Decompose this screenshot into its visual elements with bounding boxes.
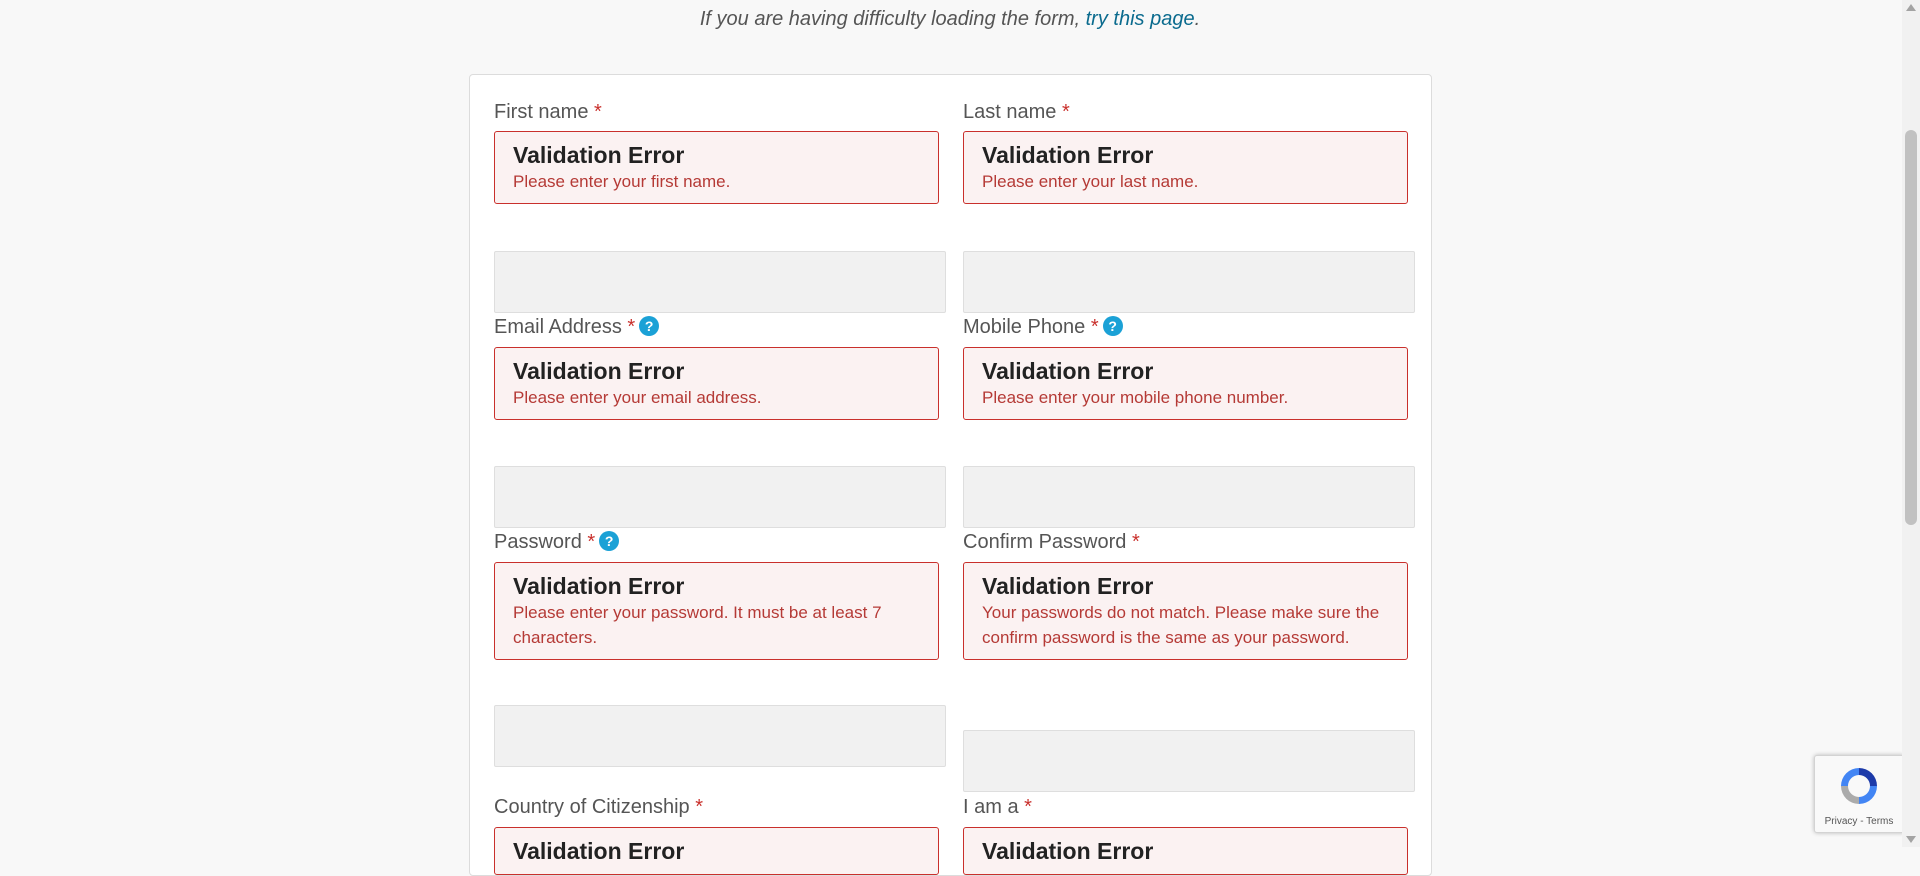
error-title: Validation Error bbox=[982, 838, 1154, 864]
password-input[interactable] bbox=[494, 705, 946, 767]
recaptcha-logo-icon bbox=[1841, 768, 1877, 804]
recaptcha-links: Privacy - Terms bbox=[1815, 816, 1903, 827]
country-label: Country of Citizenship * bbox=[494, 794, 703, 820]
email-label: Email Address *? bbox=[494, 314, 660, 340]
question-circle-icon[interactable]: ? bbox=[639, 316, 660, 336]
loading-help-notice: If you are having difficulty loading the… bbox=[0, 8, 1900, 31]
confirm-password-label: Confirm Password * bbox=[963, 529, 1140, 555]
confirm-password-input[interactable] bbox=[963, 730, 1415, 792]
i-am-a-error: Validation Error bbox=[963, 827, 1408, 875]
error-message: Please enter your first name. bbox=[513, 172, 731, 191]
field-first-name: First name * Validation Error Please ent… bbox=[494, 99, 946, 313]
country-label-text: Country of Citizenship bbox=[494, 796, 690, 818]
recaptcha-terms-link[interactable]: Terms bbox=[1866, 816, 1893, 827]
error-message: Your passwords do not match. Please make… bbox=[982, 603, 1380, 647]
password-error: Validation Error Please enter your passw… bbox=[494, 562, 939, 660]
error-title: Validation Error bbox=[982, 573, 1154, 599]
first-name-label: First name * bbox=[494, 99, 602, 125]
mobile-phone-input[interactable] bbox=[963, 466, 1415, 528]
required-marker: * bbox=[594, 101, 602, 123]
required-marker: * bbox=[627, 316, 636, 338]
error-message: Please enter your password. It must be a… bbox=[513, 603, 882, 647]
required-marker: * bbox=[695, 796, 704, 818]
error-title: Validation Error bbox=[513, 573, 685, 599]
error-title: Validation Error bbox=[982, 358, 1154, 384]
scroll-thumb[interactable] bbox=[1905, 130, 1917, 525]
first-name-label-text: First name bbox=[494, 101, 589, 123]
last-name-label-text: Last name bbox=[963, 101, 1057, 123]
email-label-text: Email Address bbox=[494, 316, 622, 338]
recaptcha-separator: - bbox=[1857, 816, 1867, 827]
last-name-label: Last name * bbox=[963, 99, 1070, 125]
scroll-down-arrow-icon[interactable] bbox=[1906, 836, 1916, 843]
i-am-a-label-text: I am a bbox=[963, 796, 1019, 818]
field-confirm-password: Confirm Password * Validation Error Your… bbox=[963, 529, 1415, 792]
required-marker: * bbox=[1061, 101, 1070, 123]
i-am-a-label: I am a * bbox=[963, 794, 1032, 820]
error-message: Please enter your email address. bbox=[513, 388, 762, 407]
recaptcha-badge[interactable]: Privacy - Terms bbox=[1814, 755, 1904, 833]
email-input[interactable] bbox=[494, 466, 946, 528]
field-i-am-a: I am a * Validation Error bbox=[963, 794, 1408, 875]
password-label: Password *? bbox=[494, 529, 620, 555]
last-name-error: Validation Error Please enter your last … bbox=[963, 131, 1408, 204]
required-marker: * bbox=[587, 531, 596, 553]
required-marker: * bbox=[1131, 531, 1140, 553]
field-email: Email Address *? Validation Error Please… bbox=[494, 314, 946, 528]
last-name-input[interactable] bbox=[963, 251, 1415, 313]
registration-form: First name * Validation Error Please ent… bbox=[469, 74, 1432, 876]
question-circle-icon[interactable]: ? bbox=[599, 531, 620, 551]
confirm-password-error: Validation Error Your passwords do not m… bbox=[963, 562, 1408, 660]
first-name-error: Validation Error Please enter your first… bbox=[494, 131, 939, 204]
field-country-of-citizenship: Country of Citizenship * Validation Erro… bbox=[494, 794, 939, 875]
error-title: Validation Error bbox=[982, 142, 1154, 168]
scroll-up-arrow-icon[interactable] bbox=[1906, 4, 1916, 11]
page-scrollbar[interactable] bbox=[1902, 0, 1920, 847]
error-title: Validation Error bbox=[513, 358, 685, 384]
error-message: Please enter your mobile phone number. bbox=[982, 388, 1289, 407]
question-circle-icon[interactable]: ? bbox=[1102, 316, 1123, 336]
notice-text: If you are having difficulty loading the… bbox=[699, 8, 1086, 30]
password-label-text: Password bbox=[494, 531, 582, 553]
mobile-phone-label-text: Mobile Phone bbox=[963, 316, 1086, 338]
mobile-phone-label: Mobile Phone *? bbox=[963, 314, 1123, 340]
try-this-page-link[interactable]: try this page bbox=[1086, 8, 1195, 30]
field-mobile-phone: Mobile Phone *? Validation Error Please … bbox=[963, 314, 1415, 528]
required-marker: * bbox=[1090, 316, 1099, 338]
country-error: Validation Error bbox=[494, 827, 939, 875]
error-title: Validation Error bbox=[513, 142, 685, 168]
error-title: Validation Error bbox=[513, 838, 685, 864]
confirm-password-label-text: Confirm Password bbox=[963, 531, 1127, 553]
recaptcha-privacy-link[interactable]: Privacy bbox=[1825, 816, 1858, 827]
field-password: Password *? Validation Error Please ente… bbox=[494, 529, 946, 767]
email-error: Validation Error Please enter your email… bbox=[494, 347, 939, 420]
mobile-phone-error: Validation Error Please enter your mobil… bbox=[963, 347, 1408, 420]
notice-period: . bbox=[1194, 8, 1201, 30]
first-name-input[interactable] bbox=[494, 251, 946, 313]
field-last-name: Last name * Validation Error Please ente… bbox=[963, 99, 1415, 313]
required-marker: * bbox=[1024, 796, 1032, 818]
error-message: Please enter your last name. bbox=[982, 172, 1199, 191]
